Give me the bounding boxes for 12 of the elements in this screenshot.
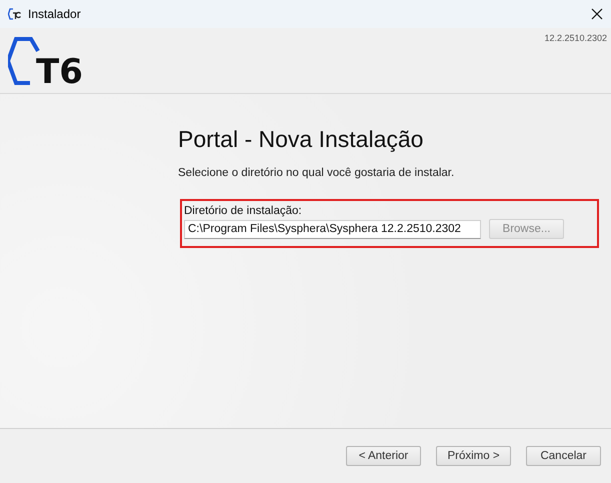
- page-title: Portal - Nova Instalação: [178, 126, 424, 153]
- app-icon: [8, 8, 22, 20]
- logo: T6: [8, 35, 92, 87]
- version-label: 12.2.2510.2302: [544, 33, 607, 45]
- window-title: Instalador: [28, 7, 82, 21]
- close-icon[interactable]: [591, 8, 603, 20]
- nav-button[interactable]: < Anterior: [346, 446, 421, 466]
- nav-button[interactable]: Cancelar: [526, 446, 601, 466]
- directory-field[interactable]: C:\Program Files\Sysphera\Sysphera 12.2.2510.2302: [184, 220, 481, 238]
- page-subtitle: Selecione o diretório no qual você gostaria de instalar.: [178, 167, 456, 179]
- field-label: Diretório de instalação:: [184, 205, 303, 217]
- nav-button[interactable]: Próximo >: [436, 446, 511, 466]
